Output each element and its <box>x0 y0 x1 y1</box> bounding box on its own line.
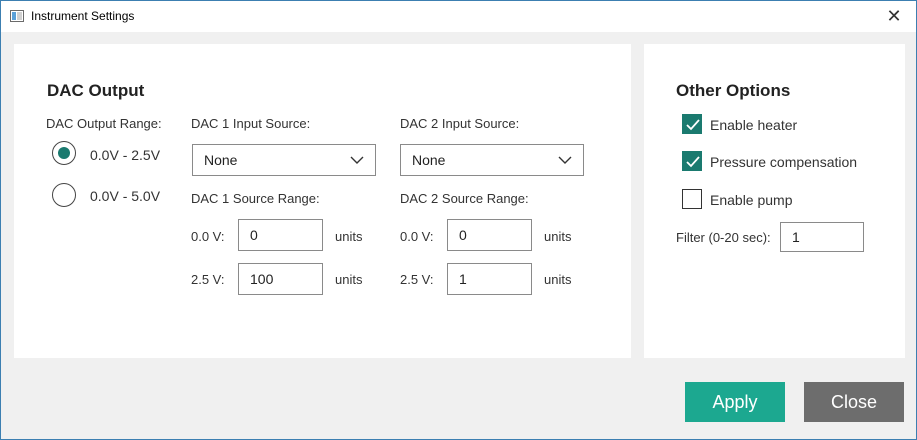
dac2-low-units: units <box>544 229 572 244</box>
range-option-5-0v-label[interactable]: 0.0V - 5.0V <box>90 188 160 204</box>
enable-pump-label[interactable]: Enable pump <box>710 192 793 208</box>
apply-button[interactable]: Apply <box>685 382 785 422</box>
dac2-low-label: 0.0 V: <box>400 229 434 244</box>
chevron-down-icon <box>350 156 364 164</box>
pressure-compensation-checkbox[interactable] <box>682 151 702 171</box>
filter-label: Filter (0-20 sec): <box>676 230 771 245</box>
pressure-compensation-label[interactable]: Pressure compensation <box>710 154 857 170</box>
dac1-input-source-value: None <box>204 152 238 168</box>
window-title: Instrument Settings <box>31 9 135 23</box>
dac2-high-units: units <box>544 272 572 287</box>
dac1-input-source-label: DAC 1 Input Source: <box>191 116 311 131</box>
dac1-input-source-select[interactable]: None <box>192 144 376 176</box>
dac1-low-input[interactable]: 0 <box>238 219 323 251</box>
enable-heater-label[interactable]: Enable heater <box>710 117 797 133</box>
range-radio-2-5v[interactable] <box>52 141 76 165</box>
other-options-heading: Other Options <box>676 81 791 100</box>
range-option-2-5v-label[interactable]: 0.0V - 2.5V <box>90 147 160 163</box>
instrument-settings-window: Instrument Settings ✕ DAC Output DAC Out… <box>0 0 917 440</box>
title-bar: Instrument Settings ✕ <box>1 1 916 32</box>
filter-input[interactable]: 1 <box>780 222 864 252</box>
range-radio-5-0v[interactable] <box>52 183 76 207</box>
filter-value: 1 <box>792 229 800 245</box>
dac2-low-input[interactable]: 0 <box>447 219 532 251</box>
dac2-high-value: 1 <box>459 271 467 287</box>
window-close-icon[interactable]: ✕ <box>872 1 916 31</box>
dac2-input-source-value: None <box>412 152 446 168</box>
dac1-source-range-label: DAC 1 Source Range: <box>191 191 320 206</box>
dac2-low-value: 0 <box>459 227 467 243</box>
dac2-input-source-label: DAC 2 Input Source: <box>400 116 520 131</box>
dac-output-panel: DAC Output DAC Output Range: 0.0V - 2.5V… <box>14 44 631 358</box>
dac1-high-units: units <box>335 272 363 287</box>
dac1-high-label: 2.5 V: <box>191 272 225 287</box>
chevron-down-icon <box>558 156 572 164</box>
dac2-high-label: 2.5 V: <box>400 272 434 287</box>
dac1-low-value: 0 <box>250 227 258 243</box>
window-app-icon <box>10 10 24 22</box>
enable-pump-checkbox[interactable] <box>682 189 702 209</box>
checkmark-icon <box>686 119 700 131</box>
other-options-panel: Other Options Enable heater Pressure com… <box>644 44 905 358</box>
dac1-high-value: 100 <box>250 271 274 287</box>
dac-output-heading: DAC Output <box>47 81 145 100</box>
dac2-source-range-label: DAC 2 Source Range: <box>400 191 529 206</box>
checkmark-icon <box>686 156 700 168</box>
enable-heater-checkbox[interactable] <box>682 114 702 134</box>
close-button[interactable]: Close <box>804 382 904 422</box>
dac1-high-input[interactable]: 100 <box>238 263 323 295</box>
dac1-low-units: units <box>335 229 363 244</box>
dac2-input-source-select[interactable]: None <box>400 144 584 176</box>
dac2-high-input[interactable]: 1 <box>447 263 532 295</box>
dac-output-range-label: DAC Output Range: <box>46 116 162 131</box>
dac1-low-label: 0.0 V: <box>191 229 225 244</box>
